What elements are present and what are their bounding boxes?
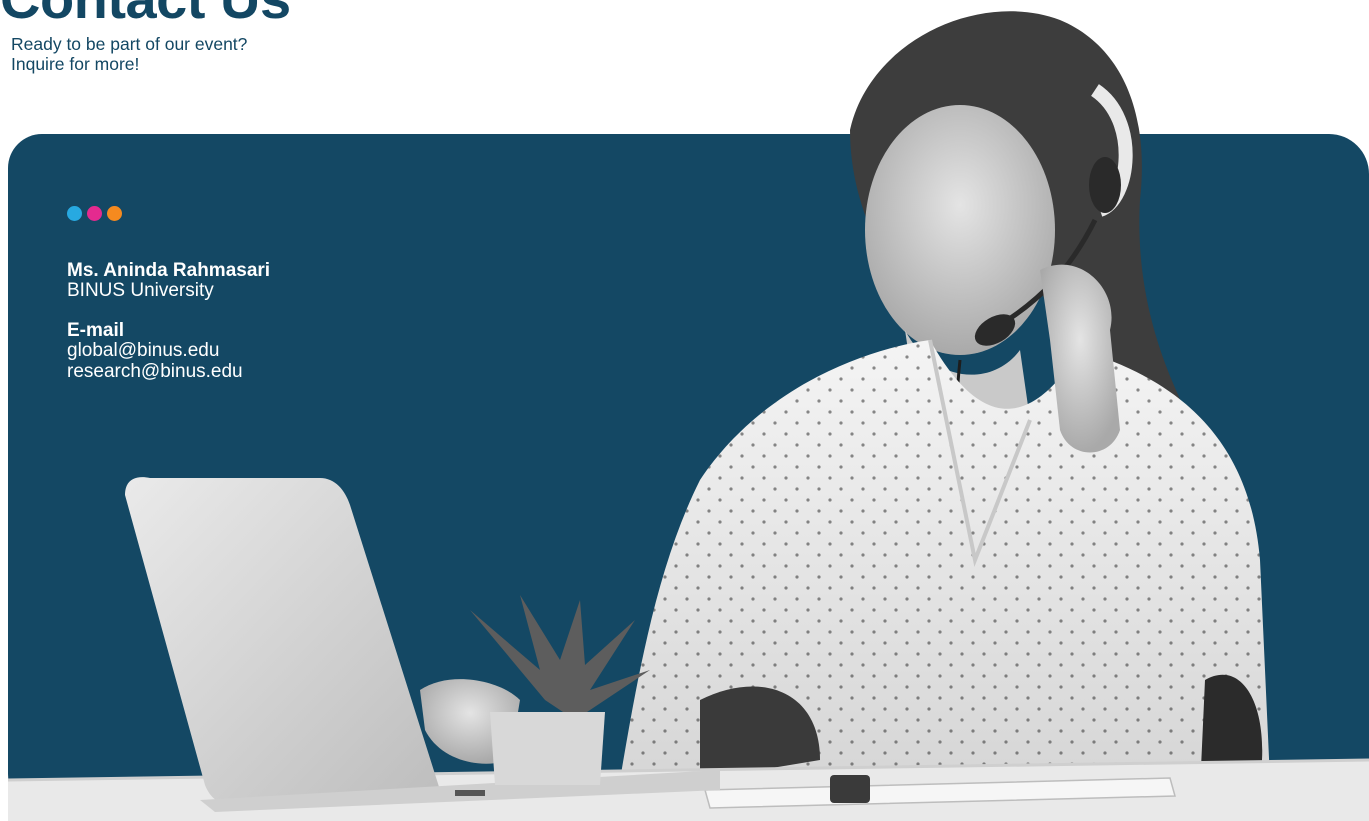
email-link-global[interactable]: global@binus.edu <box>67 340 270 361</box>
blue-dot-icon <box>67 206 82 221</box>
person-with-headset-at-laptop-photo <box>7 11 1369 821</box>
contact-info: Ms. Aninda Rahmasari BINUS University E-… <box>67 261 270 382</box>
contact-organization: BINUS University <box>67 280 214 301</box>
email-link-research[interactable]: research@binus.edu <box>67 361 270 382</box>
pink-dot-icon <box>87 206 102 221</box>
email-label: E-mail <box>67 320 125 341</box>
orange-dot-icon <box>107 206 122 221</box>
decorative-dots <box>67 206 122 221</box>
contact-name: Ms. Aninda Rahmasari <box>67 260 271 281</box>
